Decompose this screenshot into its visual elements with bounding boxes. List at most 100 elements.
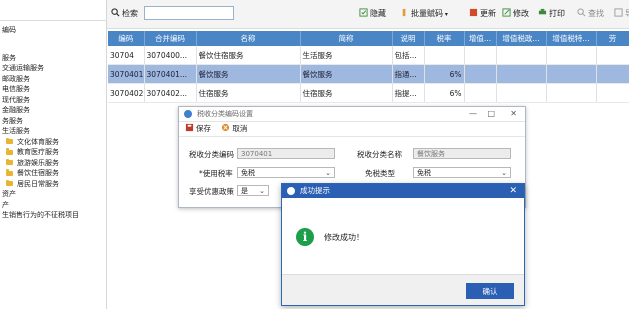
tree-item[interactable]: 资产: [0, 189, 106, 200]
export-button[interactable]: 导: [614, 7, 629, 21]
cell-empty: [596, 83, 629, 103]
maximize-button[interactable]: □: [487, 107, 495, 121]
alert-message: 修改成功！: [324, 233, 364, 242]
tree-item-label: 资产: [2, 190, 16, 198]
policy-select[interactable]: 是 ⌄: [237, 185, 269, 196]
tree-item-label: 教育医疗服务: [17, 148, 59, 156]
table-row[interactable]: 3070402 3070402... 住宿服务 住宿服务 指提... 6%: [108, 83, 629, 103]
folder-icon: [6, 169, 13, 176]
tree-item[interactable]: 电信服务: [0, 84, 106, 95]
cell-name: 餐饮服务: [196, 64, 301, 84]
alert-footer: 确认: [282, 274, 524, 305]
tree-item[interactable]: 生活服务: [0, 126, 106, 137]
tree-item[interactable]: 邮政服务: [0, 74, 106, 85]
search-icon: [111, 8, 120, 17]
table-row[interactable]: 30704 3070400... 餐饮住宿服务 生活服务 包括...: [108, 46, 629, 65]
tree-title: 编码: [2, 26, 16, 34]
tree-item-label: 务服务: [2, 116, 23, 125]
tree-item-label: 邮政服务: [2, 74, 30, 83]
column-header[interactable]: 劳: [596, 31, 629, 46]
tree-item[interactable]: 金融服务: [0, 105, 106, 116]
print-button[interactable]: 打印: [538, 7, 565, 21]
find-button[interactable]: 查找: [577, 7, 604, 21]
cell-rate: [424, 46, 465, 65]
chevron-down-icon: ▾: [443, 11, 448, 18]
cancel-button[interactable]: 取消: [221, 123, 247, 133]
tree-item-label: 交通运输服务: [2, 64, 44, 72]
batch-code-button[interactable]: 批量赋码 ▾: [400, 7, 448, 21]
alert-close-button[interactable]: ✕: [509, 184, 517, 198]
chevron-down-icon: ⌄: [325, 169, 331, 177]
search-input[interactable]: [144, 6, 234, 20]
confirm-button[interactable]: 确认: [466, 283, 514, 299]
search-control[interactable]: 检索: [111, 7, 138, 21]
column-header[interactable]: 说明: [392, 31, 425, 46]
folder-icon: [6, 137, 13, 144]
update-button[interactable]: 更新: [469, 7, 496, 21]
column-header[interactable]: 合并编码: [144, 31, 197, 46]
tree-item-label: 居民日常服务: [17, 179, 59, 188]
tree-item[interactable]: 文化体育服务: [0, 137, 106, 148]
update-label: 更新: [480, 9, 496, 18]
dialog-title: 税收分类编码设置: [197, 110, 253, 118]
column-header[interactable]: 简称: [300, 31, 393, 46]
column-header[interactable]: 税率: [424, 31, 465, 46]
cell-code: 3070402: [108, 83, 145, 103]
table-header-row: 编码 合并编码 名称 简称 说明 税率 增值... 增值税政... 增值税特... 劳: [108, 31, 629, 46]
tree-item[interactable]: 生销售行为的不征税项目: [0, 210, 106, 221]
edit-icon: [502, 8, 511, 17]
search-label: 检索: [122, 9, 138, 18]
export-icon: [614, 8, 623, 17]
alert-title: 成功提示: [300, 186, 330, 195]
alert-titlebar[interactable]: 成功提示 ✕: [282, 184, 524, 198]
column-header[interactable]: 增值税政...: [496, 31, 547, 46]
tree-item[interactable]: 务服务: [0, 116, 106, 127]
tax-code-field[interactable]: 3070401: [237, 148, 335, 159]
cell-empty: [464, 46, 497, 65]
cell-desc: 指提...: [392, 83, 425, 103]
cell-short: 餐饮服务: [300, 64, 393, 84]
tree-header: [0, 0, 106, 21]
tree-item[interactable]: 服务: [0, 53, 106, 64]
edit-label: 修改: [513, 9, 529, 18]
tree-item[interactable]: 现代服务: [0, 95, 106, 106]
batch-label: 批量赋码: [411, 9, 443, 18]
tree-item[interactable]: 旅游娱乐服务: [0, 158, 106, 169]
column-header[interactable]: 名称: [196, 31, 301, 46]
cell-empty: [464, 64, 497, 84]
app-logo-icon: [184, 110, 192, 118]
hide-button[interactable]: 隐藏: [359, 7, 386, 21]
column-header[interactable]: 编码: [108, 31, 145, 46]
info-icon: i: [296, 228, 314, 246]
success-alert: 成功提示 ✕ i 修改成功！ 确认: [281, 183, 525, 306]
dialog-close-button[interactable]: ✕: [510, 107, 517, 121]
edit-button[interactable]: 修改: [502, 7, 529, 21]
rate-select[interactable]: 免税 ⌄: [237, 167, 335, 178]
tree-item[interactable]: 居民日常服务: [0, 179, 106, 190]
folder-icon: [6, 158, 13, 165]
save-button[interactable]: 保存: [185, 123, 213, 133]
tax-name-field[interactable]: 餐饮服务: [413, 148, 511, 159]
dialog-titlebar[interactable]: 税收分类编码设置 — □ ✕: [179, 107, 525, 122]
tree-item[interactable]: 交通运输服务: [0, 63, 106, 74]
cell-empty: [596, 64, 629, 84]
rate-label: *使用税率: [199, 169, 233, 178]
find-icon: [577, 8, 586, 17]
tree-item[interactable]: 产: [0, 200, 106, 211]
cell-name: 餐饮住宿服务: [196, 46, 301, 65]
tree-item-label: 产: [2, 200, 9, 209]
cell-empty: [596, 46, 629, 65]
tree-item[interactable]: 教育医疗服务: [0, 147, 106, 158]
minimize-button[interactable]: —: [469, 107, 477, 121]
save-label: 保存: [196, 124, 211, 133]
table-row[interactable]: 3070401 3070401... 餐饮服务 餐饮服务 指通... 6%: [108, 64, 629, 84]
tree-item[interactable]: 餐饮住宿服务: [0, 168, 106, 179]
tree-item-label: 电信服务: [2, 85, 30, 93]
column-header[interactable]: 增值税特...: [546, 31, 597, 46]
cell-rate: 6%: [424, 64, 465, 84]
exempt-type-select[interactable]: 免税 ⌄: [413, 167, 511, 178]
column-header[interactable]: 增值...: [464, 31, 497, 46]
cell-code: 3070401: [108, 64, 145, 84]
tree-item-label: 服务: [2, 53, 16, 62]
cell-short: 生活服务: [300, 46, 393, 65]
